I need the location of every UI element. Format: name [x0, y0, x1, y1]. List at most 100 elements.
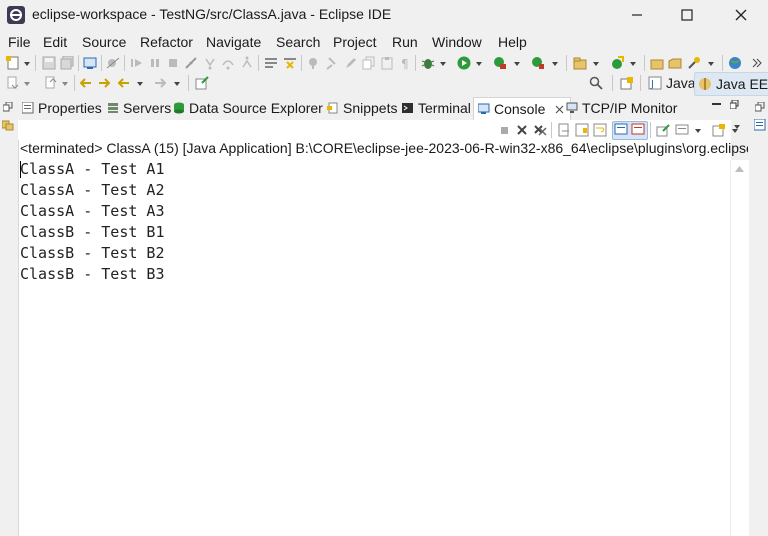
edit-icon[interactable]	[344, 56, 358, 70]
open-type-folder-icon[interactable]	[650, 56, 664, 70]
run-icon[interactable]	[457, 56, 471, 70]
step-into-icon[interactable]	[203, 56, 217, 70]
menu-edit[interactable]: Edit	[43, 34, 67, 50]
tab-snippets[interactable]: Snippets	[327, 100, 397, 120]
search-tool-icon[interactable]	[687, 56, 701, 70]
open-type-icon[interactable]	[306, 56, 320, 70]
tab-servers[interactable]: Servers	[107, 100, 171, 120]
back-arrow-icon[interactable]	[97, 76, 111, 90]
external-tools-dropdown-chevron-icon[interactable]	[552, 62, 558, 66]
pin-editor-icon[interactable]	[195, 76, 209, 90]
restore-icon[interactable]	[755, 102, 765, 112]
new-class-dropdown-chevron-icon[interactable]	[630, 62, 636, 66]
back-icon[interactable]	[117, 76, 131, 90]
next-annotation-dropdown-chevron-icon[interactable]	[24, 82, 30, 86]
word-wrap-icon[interactable]	[593, 123, 607, 137]
menu-file[interactable]: File	[8, 34, 31, 50]
close-tab-icon[interactable]	[555, 105, 564, 114]
save-all-icon[interactable]	[60, 56, 74, 70]
new-file-icon[interactable]	[6, 56, 20, 70]
search-icon[interactable]	[589, 76, 603, 90]
tab-terminal[interactable]: Terminal	[402, 100, 471, 120]
open-console-icon[interactable]	[712, 123, 726, 137]
menu-search[interactable]: Search	[276, 34, 320, 50]
next-annotation-icon[interactable]	[6, 76, 20, 90]
svg-text:J: J	[650, 79, 654, 90]
suspend-icon[interactable]	[148, 56, 162, 70]
restore-icon[interactable]	[3, 102, 13, 112]
menu-project[interactable]: Project	[333, 34, 377, 50]
tab-properties[interactable]: Properties	[22, 100, 102, 120]
display-selected-console-icon[interactable]	[675, 123, 689, 137]
copy-icon[interactable]	[362, 56, 376, 70]
external-tools-icon[interactable]	[531, 56, 545, 70]
debug-dropdown-chevron-icon[interactable]	[440, 62, 446, 66]
remove-launch-icon[interactable]	[515, 123, 529, 137]
view-menu-chevron-icon[interactable]	[734, 125, 740, 129]
show-on-error-icon[interactable]	[631, 123, 645, 137]
console-view-icon[interactable]	[83, 56, 97, 70]
open-perspective-icon[interactable]	[620, 76, 634, 90]
step-return-icon[interactable]	[240, 56, 254, 70]
use-step-filters-icon[interactable]	[264, 56, 278, 70]
vertical-scrollbar[interactable]	[730, 160, 749, 536]
new-java-project-icon[interactable]	[573, 56, 587, 70]
globe-icon[interactable]	[728, 56, 742, 70]
eclipse-app-icon	[7, 6, 25, 24]
terminate-icon[interactable]	[166, 56, 180, 70]
paste-icon[interactable]	[380, 56, 394, 70]
terminate-console-icon[interactable]	[497, 123, 511, 137]
menu-navigate[interactable]: Navigate	[206, 34, 261, 50]
previous-annotation-dropdown-chevron-icon[interactable]	[62, 82, 68, 86]
display-console-dropdown-chevron-icon[interactable]	[695, 129, 701, 133]
menu-run[interactable]: Run	[392, 34, 418, 50]
new-dropdown-chevron-icon[interactable]	[24, 62, 30, 66]
open-console-dropdown-chevron-icon[interactable]	[732, 129, 738, 133]
scroll-lock-icon[interactable]	[575, 123, 589, 137]
tab-tcpip-monitor-label: TCP/IP Monitor	[582, 100, 678, 116]
skip-breakpoints-icon[interactable]	[106, 56, 120, 70]
overflow-chevron-icon[interactable]	[750, 56, 764, 70]
coverage-dropdown-chevron-icon[interactable]	[514, 62, 520, 66]
minimize-button[interactable]	[612, 0, 662, 30]
save-icon[interactable]	[42, 56, 56, 70]
new-class-icon[interactable]	[610, 56, 624, 70]
forward-dropdown-chevron-icon[interactable]	[174, 82, 180, 86]
tab-tcpip-monitor[interactable]: TCP/IP Monitor	[566, 100, 677, 120]
scroll-up-arrow-icon[interactable]	[735, 166, 744, 172]
tab-data-source-explorer[interactable]: Data Source Explorer	[173, 100, 323, 120]
pin-console-icon[interactable]	[656, 123, 670, 137]
minimize-view-icon[interactable]	[712, 101, 722, 107]
forward-icon[interactable]	[153, 76, 167, 90]
package-explorer-icon[interactable]	[2, 119, 14, 131]
previous-annotation-icon[interactable]	[44, 76, 58, 90]
step-over-icon[interactable]	[221, 56, 235, 70]
search-tool-dropdown-chevron-icon[interactable]	[708, 62, 714, 66]
clear-console-icon[interactable]	[557, 123, 571, 137]
new-project-dropdown-chevron-icon[interactable]	[593, 62, 599, 66]
console-output-line: ClassB - Test B2	[20, 244, 165, 262]
drop-to-frame-icon[interactable]	[283, 56, 297, 70]
outline-view-icon[interactable]	[754, 119, 766, 131]
menu-help[interactable]: Help	[498, 34, 527, 50]
maximize-button[interactable]	[662, 0, 712, 30]
menu-refactor[interactable]: Refactor	[140, 34, 193, 50]
open-folder-icon[interactable]	[668, 56, 682, 70]
maximize-view-icon[interactable]	[730, 100, 739, 109]
back-dropdown-chevron-icon[interactable]	[137, 82, 143, 86]
debug-icon[interactable]	[421, 56, 435, 70]
console-output[interactable]: ClassA - Test A1 ClassA - Test A2 ClassA…	[20, 159, 165, 285]
menu-source[interactable]: Source	[82, 34, 126, 50]
perspective-java-ee[interactable]: Java EE	[694, 72, 768, 96]
coverage-icon[interactable]	[493, 56, 507, 70]
last-edit-location-icon[interactable]	[79, 76, 93, 90]
close-window-button[interactable]	[716, 0, 766, 30]
pilcrow-icon[interactable]: ¶	[398, 56, 412, 70]
resume-icon[interactable]	[130, 56, 144, 70]
pin-icon[interactable]	[325, 56, 339, 70]
menu-window[interactable]: Window	[432, 34, 482, 50]
run-dropdown-chevron-icon[interactable]	[476, 62, 482, 66]
show-on-output-icon[interactable]	[614, 123, 628, 137]
disconnect-icon[interactable]	[184, 56, 198, 70]
remove-all-terminated-icon[interactable]	[533, 123, 547, 137]
